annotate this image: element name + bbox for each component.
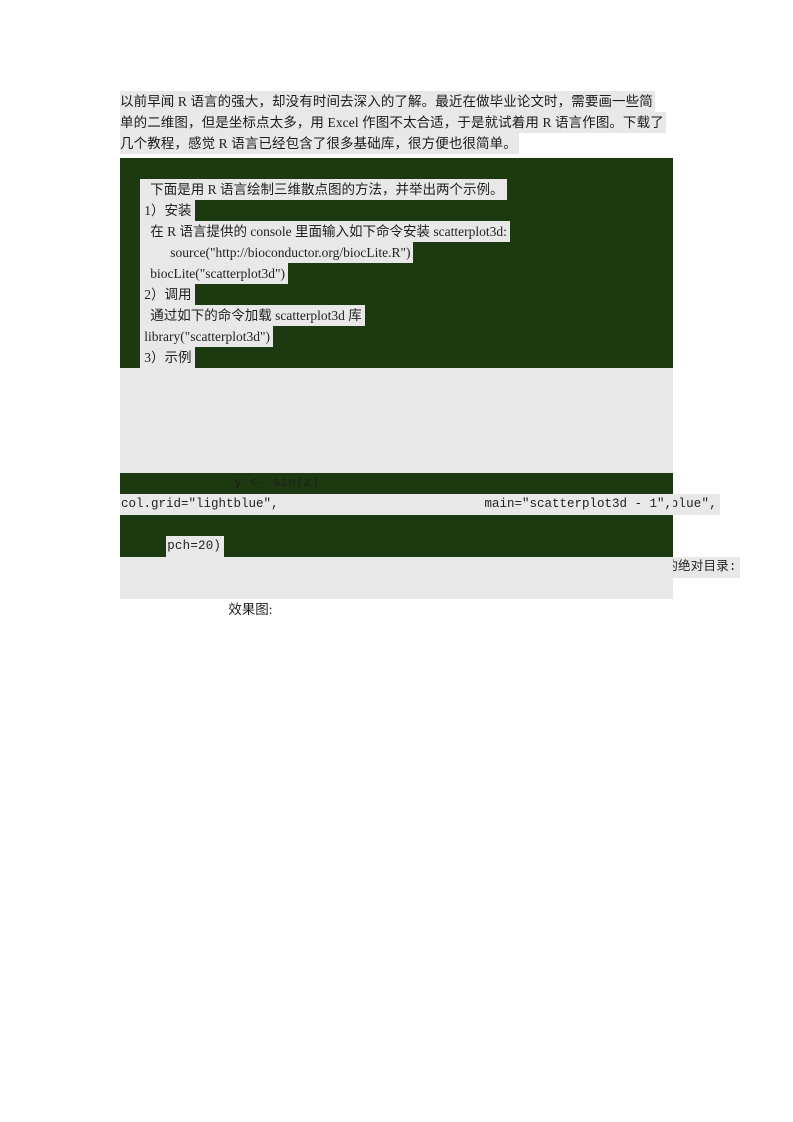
body-line-run-desc: 在 R 的 console 运行如下命令，其中"D:\\R\\exp1.R"为脚… (120, 536, 740, 578)
text-code-plot-2b: main="scatterplot3d - 1", (484, 497, 672, 511)
body-line-call-desc: 通过如下的命令加载 scatterplot3d 库 (120, 284, 673, 326)
intro-line-2: 单的二维图，但是坐标点太多，用 Excel 作图不太合适，于是就试着用 R 语言… (120, 112, 666, 133)
body-line-code-run: source("D:\\R\\exp1.R") (120, 557, 673, 595)
intro-paragraph: 以前早闻 R 语言的强大，却没有时间去深入的了解。最近在做毕业论文时，需要画一些… (120, 91, 673, 154)
article-body: 下面是用 R 语言绘制三维散点图的方法，并举出两个示例。 1）安装 在 R 语言… (120, 158, 740, 617)
body-line-code-x: x <- cos(z) (120, 431, 673, 469)
intro-line-wrap: 几个教程，感觉 R 语言已经包含了很多基础库，很方便也很简单。 (120, 133, 673, 154)
body-line-example1-desc: 示例 1：编写 R 脚本，文件名为 exp1.R，exp1.R 中添加如下脚本 (120, 347, 673, 389)
intro-line-1: 以前早闻 R 语言的强大，却没有时间去深入的了解。最近在做毕业论文时，需要画一些… (120, 91, 655, 112)
body-line-code-plot-2: col.grid="lightblue", main="scatterplot3… (120, 494, 673, 515)
intro-line-wrap: 以前早闻 R 语言的强大，却没有时间去深入的了解。最近在做毕业论文时，需要画一些… (120, 91, 673, 112)
body-line-code-z: z <- seq(-10, 10, 0.01) (120, 410, 673, 448)
body-line-code-y: y <- sin(z) (120, 452, 673, 490)
body-line-code-library: library("scatterplot3d") (120, 305, 673, 347)
body-line-code-lib2: library("scatterplot3d") (120, 389, 673, 427)
body-line-code-comment: # example 1 (120, 368, 673, 406)
body-line-code-plot-3: pch=20) (120, 515, 673, 557)
body-line-intro-sentence: 下面是用 R 语言绘制三维散点图的方法，并举出两个示例。 (120, 158, 673, 200)
intro-line-3: 几个教程，感觉 R 语言已经包含了很多基础库，很方便也很简单。 (120, 133, 519, 154)
body-line-result-label: 效果图: (120, 578, 673, 617)
document-page: 以前早闻 R 语言的强大，却没有时间去深入的了解。最近在做毕业论文时，需要画一些… (0, 0, 793, 1122)
body-line-heading-example: 3）示例 (120, 326, 673, 368)
body-line-code-bioclite: biocLite("scatterplot3d") (120, 242, 673, 284)
body-line-heading-install: 1）安装 (120, 179, 673, 221)
text-result-label: 效果图: (228, 602, 273, 617)
body-line-heading-call: 2）调用 (120, 263, 673, 305)
body-line-install-desc: 在 R 语言提供的 console 里面输入如下命令安装 scatterplot… (120, 200, 673, 242)
body-line-code-source-bioc: source("http://bioconductor.org/biocLite… (120, 221, 673, 263)
intro-line-wrap: 单的二维图，但是坐标点太多，用 Excel 作图不太合适，于是就试着用 R 语言… (120, 112, 673, 133)
text-code-plot-2a: col.grid="lightblue", (121, 497, 279, 511)
body-line-code-plot-1: scatterplot3d(x, y, z, highlight.3d=TRUE… (120, 473, 720, 515)
